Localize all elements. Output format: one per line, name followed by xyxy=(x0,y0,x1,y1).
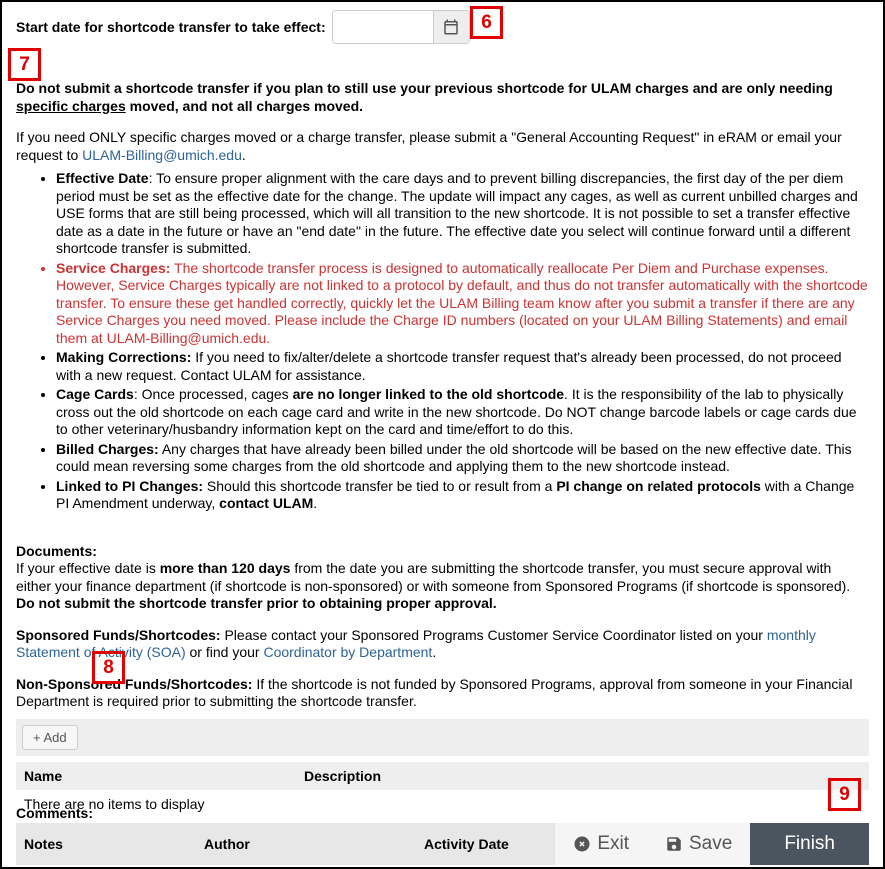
bullet-cage-cards: Cage Cards: Once processed, cages are no… xyxy=(56,386,869,439)
finish-label: Finish xyxy=(784,833,835,855)
nonsponsored-funds-paragraph: Non-Sponsored Funds/Shortcodes: If the s… xyxy=(16,676,869,711)
bullet-linked-pi: Linked to PI Changes: Should this shortc… xyxy=(56,478,869,513)
startdate-input[interactable] xyxy=(333,11,433,43)
bullet-billed-charges: Billed Charges: Any charges that have al… xyxy=(56,441,869,476)
bullet-service-charges: Service Charges: The shortcode transfer … xyxy=(56,260,869,348)
sponsored-funds-paragraph: Sponsored Funds/Shortcodes: Please conta… xyxy=(16,627,869,662)
bullet-effective-date: Effective Date: To ensure proper alignme… xyxy=(56,170,869,258)
startdate-field-wrap xyxy=(332,10,470,44)
intro-paragraph: If you need ONLY specific charges moved … xyxy=(16,129,869,164)
documents-heading: Documents: xyxy=(16,543,97,559)
documents-table-header: Name Description xyxy=(16,762,869,790)
startdate-label: Start date for shortcode transfer to tak… xyxy=(16,19,326,35)
callout-8: 8 xyxy=(92,651,125,684)
info-bullet-list: Effective Date: To ensure proper alignme… xyxy=(16,170,869,513)
col-description-header: Description xyxy=(304,768,381,784)
finish-button[interactable]: Finish xyxy=(750,823,869,865)
warning-paragraph: Do not submit a shortcode transfer if yo… xyxy=(16,80,869,115)
ulam-billing-email-link[interactable]: ULAM-Billing@umich.edu xyxy=(82,147,242,163)
col-activitydate-header: Activity Date xyxy=(424,836,509,852)
calendar-icon xyxy=(442,18,460,36)
documents-section: Documents: If your effective date is mor… xyxy=(16,543,869,711)
close-circle-icon xyxy=(573,835,591,853)
save-label: Save xyxy=(689,833,732,855)
comments-label: Comments: xyxy=(16,805,869,821)
callout-6: 6 xyxy=(470,6,503,39)
calendar-button[interactable] xyxy=(433,11,469,43)
bullet-making-corrections: Making Corrections: If you need to fix/a… xyxy=(56,349,869,384)
exit-button[interactable]: Exit xyxy=(555,823,647,865)
col-author-header: Author xyxy=(204,836,424,852)
save-button[interactable]: Save xyxy=(647,823,750,865)
documents-p1: If your effective date is more than 120 … xyxy=(16,560,869,613)
col-notes-header: Notes xyxy=(24,836,204,852)
coordinator-link[interactable]: Coordinator by Department xyxy=(263,644,432,660)
callout-7: 7 xyxy=(8,48,41,81)
col-name-header: Name xyxy=(24,768,304,784)
exit-label: Exit xyxy=(597,833,629,855)
documents-addbar: + Add xyxy=(16,719,869,756)
save-icon xyxy=(665,835,683,853)
comments-table-header: Notes Author Activity Date xyxy=(16,823,555,865)
add-button[interactable]: + Add xyxy=(22,725,78,750)
